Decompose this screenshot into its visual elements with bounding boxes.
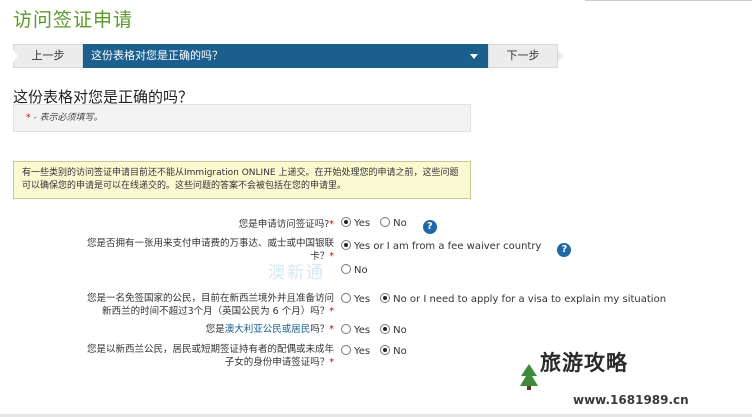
- question-options: Yes No or I need to apply for a visa to e…: [341, 293, 676, 305]
- radio-option-no[interactable]: No: [380, 324, 407, 336]
- australia-citizen-link[interactable]: 澳大利亚公民或居民: [225, 324, 311, 335]
- radio-option-no[interactable]: No: [380, 345, 407, 357]
- radio-option-no[interactable]: No: [341, 264, 368, 276]
- question-row: 您是澳大利亚公民或居民吗？* Yes No: [0, 323, 752, 339]
- question-label: 您是申请访问签证吗?*: [238, 219, 334, 230]
- radio-button[interactable]: [380, 345, 391, 355]
- next-button[interactable]: 下一步: [488, 44, 563, 68]
- help-icon[interactable]: ?: [422, 220, 437, 234]
- question-row: 您是否拥有一张用来支付申请费的万事达、威士或中国银联卡？* Yes or I a…: [0, 237, 752, 277]
- info-box: 有一些类别的访问签证申请目前还不能从Immigration ONLINE 上递交…: [13, 161, 471, 199]
- watermark-brand: 旅游攻略: [540, 351, 628, 375]
- question-options: Yes No?: [341, 217, 437, 234]
- top-divider: [585, 0, 752, 1]
- radio-button[interactable]: [380, 293, 391, 303]
- question-row: 您是申请访问签证吗?* Yes No?: [0, 217, 752, 234]
- radio-button[interactable]: [341, 217, 351, 227]
- form-navigation: 上一步 这份表格对您是正确的吗？ 下一步: [13, 44, 563, 68]
- question-label: 您是一名免签国家的公民，目前在新西兰境外并且准备访问新西兰的时间不超过3个月（英…: [86, 293, 334, 317]
- radio-button[interactable]: [341, 345, 351, 355]
- watermark-url: www.1681989.cn: [573, 393, 689, 407]
- radio-option-no[interactable]: No or I need to apply for a visa to expl…: [380, 293, 666, 305]
- radio-option-yes[interactable]: Yes: [341, 345, 370, 357]
- question-options-second-line: No: [341, 264, 378, 276]
- radio-button[interactable]: [341, 324, 351, 334]
- previous-button[interactable]: 上一步: [13, 44, 83, 68]
- question-row: 您是以新西兰公民，居民或短期签证持有者的配偶或未成年子女的身份申请签证吗？* Y…: [0, 343, 752, 371]
- page-title: 访问签证申请: [13, 9, 134, 31]
- radio-button[interactable]: [341, 264, 351, 274]
- page-select-value: 这份表格对您是正确的吗？: [91, 49, 223, 62]
- required-note: * - 表示必须填写。: [13, 104, 471, 132]
- radio-button[interactable]: [341, 293, 351, 303]
- page-select-dropdown[interactable]: 这份表格对您是正确的吗？: [83, 44, 488, 68]
- required-note-text: - 表示必须填写。: [30, 113, 103, 123]
- question-options: Yes or I am from a fee waiver country?: [341, 240, 572, 257]
- question-options: Yes No: [341, 324, 417, 336]
- question-row: 您是一名免签国家的公民，目前在新西兰境外并且准备访问新西兰的时间不超过3个月（英…: [0, 292, 752, 320]
- radio-option-yes[interactable]: Yes: [341, 217, 370, 229]
- brand-logo-icon: [520, 364, 538, 390]
- question-options: Yes No: [341, 345, 417, 357]
- radio-button[interactable]: [380, 217, 391, 227]
- question-label: 您是否拥有一张用来支付申请费的万事达、威士或中国银联卡？*: [86, 238, 334, 262]
- radio-option-yes[interactable]: Yes: [341, 324, 370, 336]
- radio-option-no[interactable]: No: [380, 217, 407, 229]
- help-icon[interactable]: ?: [557, 243, 572, 257]
- radio-button[interactable]: [380, 324, 391, 334]
- radio-option-yes[interactable]: Yes or I am from a fee waiver country: [341, 240, 541, 252]
- question-label: 您是澳大利亚公民或居民吗？*: [205, 324, 334, 335]
- radio-option-yes[interactable]: Yes: [341, 293, 370, 305]
- question-label: 您是以新西兰公民，居民或短期签证持有者的配偶或未成年子女的身份申请签证吗？*: [86, 344, 334, 368]
- chevron-down-icon: [470, 54, 478, 59]
- radio-button[interactable]: [341, 240, 351, 250]
